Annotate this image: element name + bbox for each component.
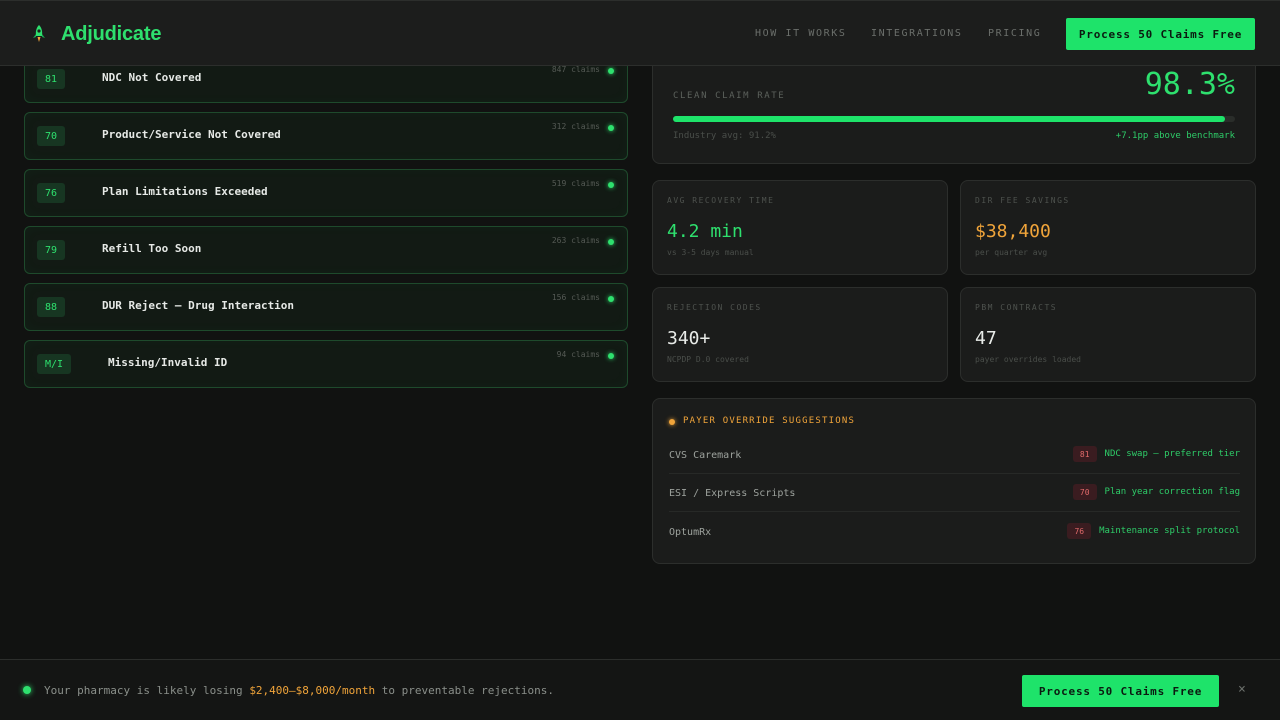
stat-subtext: per quarter avg — [975, 248, 1048, 257]
stat-card-recovery-time: AVG RECOVERY TIME 4.2 min vs 3-5 days ma… — [652, 180, 948, 275]
rejection-label: Refill Too Soon — [102, 242, 202, 255]
status-dot-icon — [669, 419, 675, 425]
status-dot-icon — [23, 686, 31, 694]
clean-claim-value: 98.3% — [1144, 67, 1235, 102]
rejection-label: Product/Service Not Covered — [102, 128, 281, 141]
rejection-label: Plan Limitations Exceeded — [102, 185, 268, 198]
stat-subtext: vs 3-5 days manual — [667, 248, 754, 257]
rejection-label: NDC Not Covered — [102, 71, 202, 84]
status-dot-icon — [608, 239, 614, 245]
payer-code-badge: 81 — [1072, 446, 1097, 462]
status-dot-icon — [608, 296, 614, 302]
rejection-count: 312 claims — [551, 122, 600, 131]
brand-logo[interactable]: Adjudicate — [30, 21, 161, 47]
clean-claim-rate-card: CLEAN CLAIM RATE 98.3% Industry avg: 91.… — [652, 50, 1256, 164]
rejection-row-76[interactable]: 76 Plan Limitations Exceeded 519 claims — [24, 169, 628, 217]
payer-name: ESI / Express Scripts — [669, 488, 796, 499]
status-dot-icon — [608, 125, 614, 131]
stat-subtext: NCPDP D.0 covered — [667, 355, 749, 364]
banner-process-claims-button[interactable]: Process 50 Claims Free — [1022, 675, 1219, 707]
nav-pricing[interactable]: PRICING — [988, 28, 1041, 39]
rejection-label: DUR Reject — Drug Interaction — [102, 299, 295, 312]
banner-loss-highlight: $2,400–$8,000/month — [249, 684, 376, 697]
clean-claim-progress-fill — [673, 116, 1226, 122]
payer-code-badge: 70 — [1072, 484, 1097, 500]
rejection-count: 519 claims — [551, 179, 600, 188]
rejection-code-badge: 76 — [37, 183, 66, 203]
stat-card-pbm-contracts: PBM CONTRACTS 47 payer overrides loaded — [960, 287, 1256, 382]
stat-value: 47 — [975, 328, 997, 349]
payer-name: OptumRx — [669, 527, 712, 538]
payer-override-panel: PAYER OVERRIDE SUGGESTIONS CVS Caremark … — [652, 398, 1256, 564]
nav-integrations[interactable]: INTEGRATIONS — [871, 28, 962, 39]
nav-how-it-works[interactable]: HOW IT WORKS — [755, 28, 846, 39]
banner-text-before: Your pharmacy is likely losing — [44, 684, 250, 697]
payer-row[interactable]: ESI / Express Scripts 70 Plan year corre… — [669, 474, 1240, 512]
rejection-count: 94 claims — [556, 350, 600, 359]
rejection-row-70[interactable]: 70 Product/Service Not Covered 312 claim… — [24, 112, 628, 160]
top-navbar: Adjudicate HOW IT WORKS INTEGRATIONS PRI… — [0, 0, 1280, 66]
clean-claim-label: CLEAN CLAIM RATE — [673, 91, 786, 101]
rejection-label: Missing/Invalid ID — [108, 356, 228, 369]
rocket-icon — [33, 25, 45, 42]
clean-claim-progress — [673, 116, 1235, 122]
loss-alert-banner: Your pharmacy is likely losing $2,400–$8… — [0, 659, 1280, 720]
rejection-code-badge: 79 — [37, 240, 66, 260]
close-icon[interactable]: × — [1238, 682, 1246, 697]
process-claims-button[interactable]: Process 50 Claims Free — [1066, 18, 1255, 50]
payer-override-title: PAYER OVERRIDE SUGGESTIONS — [683, 416, 856, 426]
payer-action: NDC swap — preferred tier — [1104, 449, 1240, 459]
stat-label: DIR FEE SAVINGS — [975, 196, 1070, 205]
banner-text-after: to preventable rejections. — [375, 684, 554, 697]
payer-row[interactable]: CVS Caremark 81 NDC swap — preferred tie… — [669, 436, 1240, 474]
banner-message: Your pharmacy is likely losing $2,400–$8… — [44, 684, 554, 697]
payer-row[interactable]: OptumRx 76 Maintenance split protocol — [669, 513, 1240, 551]
stat-value: $38,400 — [975, 221, 1051, 242]
stat-subtext: payer overrides loaded — [975, 355, 1081, 364]
rejection-code-badge: 88 — [37, 297, 66, 317]
benchmark-delta: +7.1pp above benchmark — [1115, 131, 1235, 141]
stat-card-rejection-codes: REJECTION CODES 340+ NCPDP D.0 covered — [652, 287, 948, 382]
rejection-code-badge: M/I — [37, 354, 72, 374]
stat-label: REJECTION CODES — [667, 303, 762, 312]
payer-action: Maintenance split protocol — [1099, 526, 1240, 536]
stat-card-dir-fee-savings: DIR FEE SAVINGS $38,400 per quarter avg — [960, 180, 1256, 275]
rejection-code-badge: 81 — [37, 69, 66, 89]
status-dot-icon — [608, 68, 614, 74]
payer-code-badge: 76 — [1067, 523, 1092, 539]
payer-name: CVS Caremark — [669, 450, 742, 461]
stat-label: AVG RECOVERY TIME — [667, 196, 775, 205]
payer-action: Plan year correction flag — [1104, 487, 1240, 497]
stat-label: PBM CONTRACTS — [975, 303, 1058, 312]
rejection-count: 263 claims — [551, 236, 600, 245]
rejection-row-88[interactable]: 88 DUR Reject — Drug Interaction 156 cla… — [24, 283, 628, 331]
stat-value: 4.2 min — [667, 221, 743, 242]
rejection-row-mi[interactable]: M/I Missing/Invalid ID 94 claims — [24, 340, 628, 388]
status-dot-icon — [608, 182, 614, 188]
status-dot-icon — [608, 353, 614, 359]
rejection-row-79[interactable]: 79 Refill Too Soon 263 claims — [24, 226, 628, 274]
rejection-code-badge: 70 — [37, 126, 66, 146]
brand-name: Adjudicate — [61, 22, 162, 45]
rejection-count: 156 claims — [551, 293, 600, 302]
rejection-count: 847 claims — [551, 65, 600, 74]
stat-value: 340+ — [667, 328, 711, 349]
industry-average: Industry avg: 91.2% — [673, 131, 776, 141]
